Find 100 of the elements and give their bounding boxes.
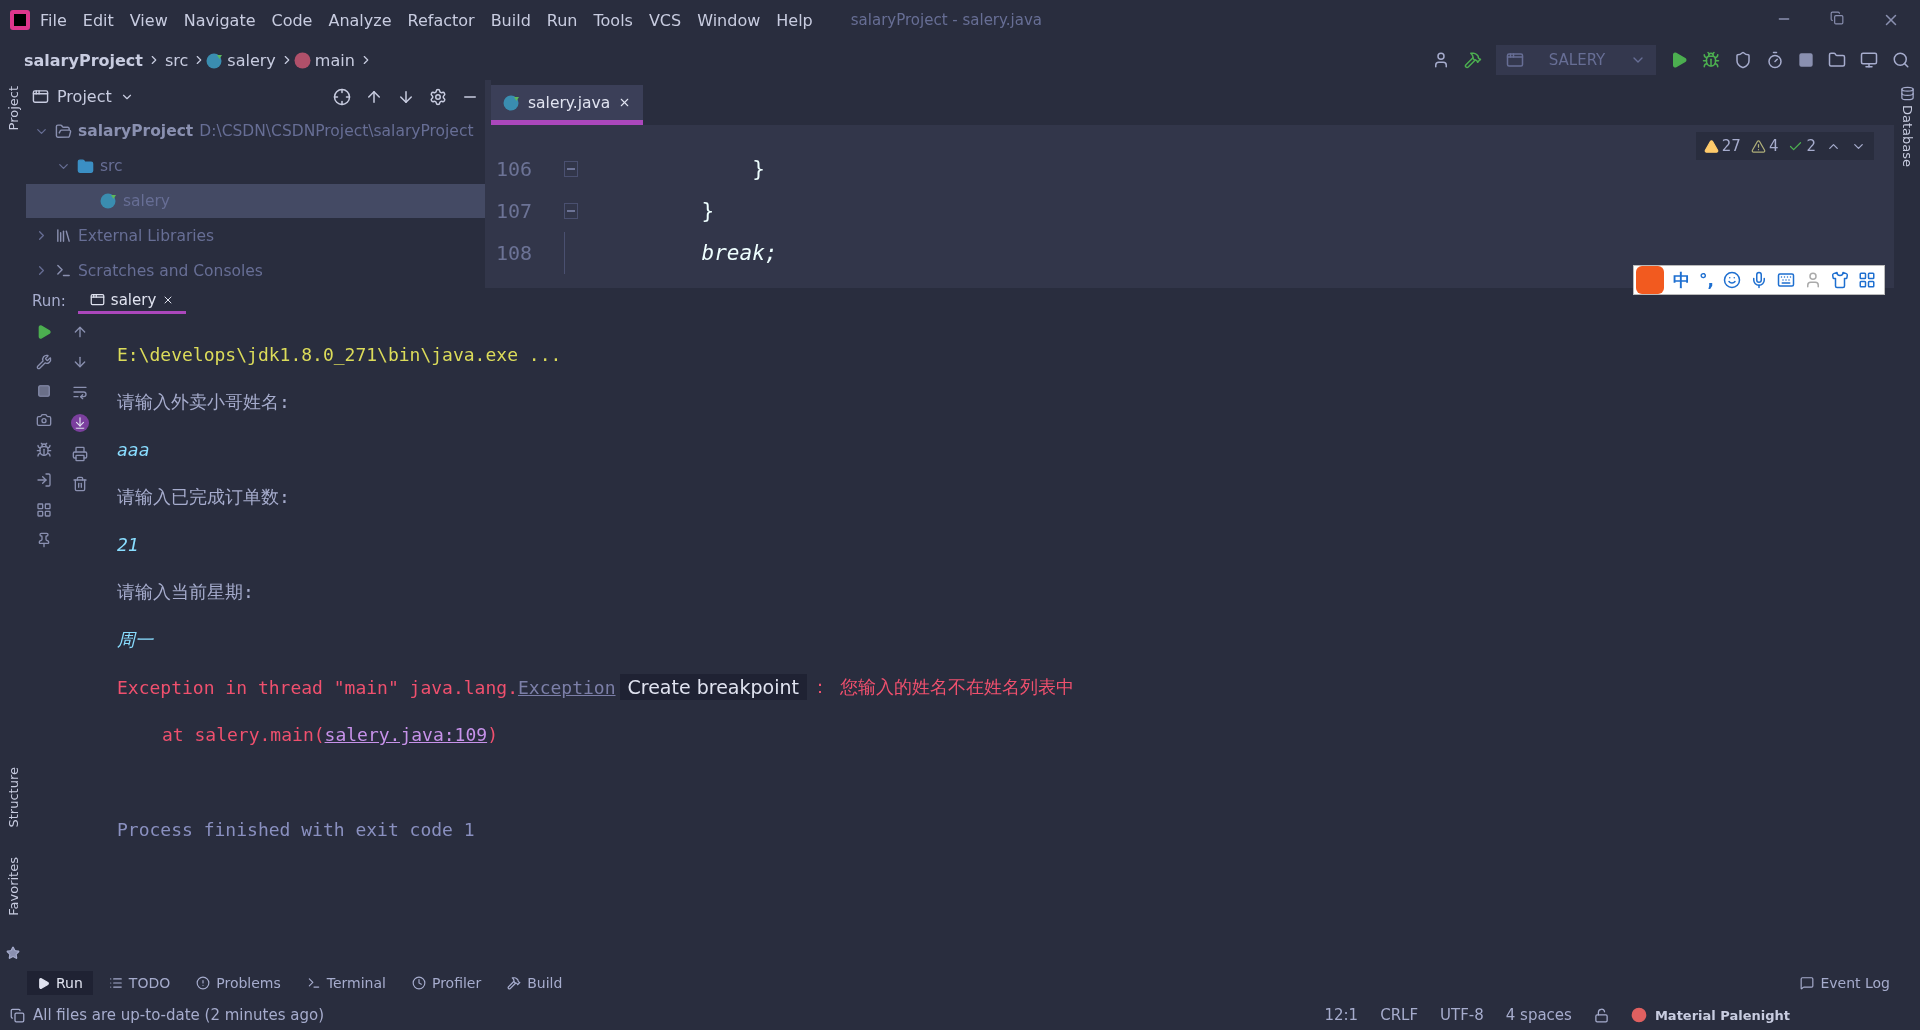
tool-window-tab[interactable]: Favorites — [5, 857, 21, 916]
console-text: 请输入外卖小哥姓名: — [117, 390, 290, 415]
menu-item[interactable]: Window — [691, 10, 767, 30]
console-tab[interactable]: salery — [77, 288, 187, 314]
up-icon[interactable] — [72, 324, 88, 340]
inspection-widget[interactable]: 27 4 2 — [1695, 132, 1874, 160]
menu-item[interactable]: Tools — [587, 10, 639, 30]
theme-name[interactable]: Material Palenight — [1654, 1007, 1790, 1023]
layout-icon[interactable] — [36, 502, 52, 518]
fold-marker[interactable] — [564, 203, 578, 219]
menu-item[interactable]: Navigate — [177, 10, 262, 30]
menu-item[interactable]: VCS — [642, 10, 688, 30]
ime-logo-icon — [1636, 266, 1664, 294]
menu-item[interactable]: Edit — [76, 10, 120, 30]
breadcrumb-item[interactable]: main — [314, 50, 355, 70]
menu-item[interactable]: Run — [540, 10, 584, 30]
panel-icon[interactable] — [10, 1007, 25, 1023]
ime-mode[interactable]: 中 — [1673, 268, 1690, 292]
pin-icon[interactable] — [36, 532, 52, 548]
breadcrumb-item[interactable]: salery — [227, 50, 276, 70]
method-icon — [293, 51, 311, 69]
folder-icon[interactable] — [1828, 51, 1846, 69]
profiler-icon[interactable] — [1766, 51, 1784, 69]
warning-icon — [1703, 138, 1719, 154]
menu-item[interactable]: Refactor — [401, 10, 481, 30]
editor-tab[interactable]: salery.java — [491, 85, 644, 125]
menu-item[interactable]: Code — [265, 10, 319, 30]
stack-text: at salery.main( — [161, 724, 325, 746]
stop-icon[interactable] — [37, 384, 51, 398]
camera-icon[interactable] — [36, 412, 52, 428]
menu-item[interactable]: Analyze — [322, 10, 398, 30]
stack-text: ) — [487, 724, 498, 746]
breadcrumb-item[interactable]: salaryProject — [24, 50, 143, 70]
play-icon[interactable] — [1670, 51, 1688, 69]
app-logo — [10, 10, 30, 30]
breadcrumb-item[interactable]: src — [165, 50, 189, 70]
exception-link[interactable]: Exception — [517, 676, 616, 698]
scroll-end-icon[interactable] — [71, 414, 89, 432]
status-item[interactable]: 4 spaces — [1505, 1006, 1572, 1024]
stop-icon[interactable] — [1798, 52, 1814, 68]
search-icon[interactable] — [1892, 51, 1910, 69]
tool-tab[interactable]: Run — [27, 971, 93, 995]
class-icon — [100, 192, 117, 210]
console-text: 请输入当前星期: — [117, 580, 254, 605]
tool-tab[interactable]: Build — [497, 971, 573, 995]
exit-icon[interactable] — [36, 472, 52, 488]
status-item[interactable]: UTF-8 — [1440, 1006, 1484, 1024]
down-icon[interactable] — [72, 354, 88, 370]
status-item[interactable]: 12:1 — [1324, 1006, 1359, 1024]
fold-marker[interactable] — [564, 161, 578, 177]
tree-item[interactable]: salaryProject D:\CSDN\CSDNProject\salaryProject — [26, 113, 485, 149]
panel-title[interactable]: Project — [57, 87, 112, 107]
settings-icon[interactable] — [429, 87, 447, 106]
tool-tab[interactable]: Problems — [186, 971, 291, 995]
tool-tab[interactable]: Terminal — [296, 971, 396, 995]
database-tool-tab[interactable]: Database — [1899, 105, 1915, 168]
line-number: 107 — [495, 199, 534, 223]
source-link[interactable]: salery.java:109 — [324, 724, 488, 746]
wrap-icon[interactable] — [72, 384, 88, 400]
lock-icon[interactable] — [1593, 1007, 1609, 1023]
class-icon — [206, 51, 224, 69]
window-icon — [89, 292, 105, 307]
wrench-icon[interactable] — [36, 354, 52, 370]
grid-icon[interactable] — [1857, 271, 1876, 289]
error-text: ： 您输入的姓名不在姓名列表中 — [810, 675, 1074, 700]
rerun-icon[interactable] — [36, 324, 52, 340]
locate-icon[interactable] — [333, 87, 351, 106]
tooltip: Create breakpoint — [619, 674, 807, 701]
error-icon[interactable] — [1630, 1007, 1647, 1023]
keyboard-icon[interactable] — [1776, 271, 1795, 289]
tool-tab[interactable]: Profiler — [401, 971, 492, 995]
user-icon[interactable] — [1432, 51, 1450, 69]
menu-item[interactable]: View — [123, 10, 174, 30]
project-tool-tab[interactable]: Project — [5, 86, 21, 131]
event-log-button[interactable]: Event Log — [1800, 975, 1890, 991]
user-input-text: 21 — [117, 534, 139, 556]
star-icon[interactable] — [6, 946, 20, 960]
code-line: } — [700, 199, 715, 223]
terminal-icon — [306, 976, 321, 990]
shirt-icon[interactable] — [1830, 271, 1849, 289]
tool-window-tab[interactable]: Structure — [5, 766, 21, 828]
bug-icon[interactable] — [36, 442, 52, 458]
menu-item[interactable]: Help — [770, 10, 819, 30]
menu-item[interactable]: File — [34, 10, 73, 30]
console-text: Process finished with exit code 1 — [117, 819, 475, 841]
hammer-icon[interactable] — [1464, 51, 1482, 69]
tool-tab[interactable]: TODO — [98, 971, 181, 995]
trash-icon[interactable] — [72, 476, 88, 492]
smile-icon[interactable] — [1722, 271, 1741, 289]
status-item[interactable]: CRLF — [1380, 1006, 1419, 1024]
print-icon[interactable] — [72, 446, 88, 462]
menu-item[interactable]: Build — [484, 10, 537, 30]
ime-punct[interactable]: °, — [1699, 270, 1714, 290]
restore-icon[interactable] — [1830, 11, 1844, 25]
bug-icon[interactable] — [1702, 51, 1720, 69]
console-text: 请输入已完成订单数: — [117, 485, 290, 510]
monitor-icon[interactable] — [1860, 51, 1878, 69]
window-icon — [32, 88, 49, 106]
database-icon[interactable] — [1899, 86, 1915, 101]
coverage-icon[interactable] — [1734, 51, 1752, 69]
